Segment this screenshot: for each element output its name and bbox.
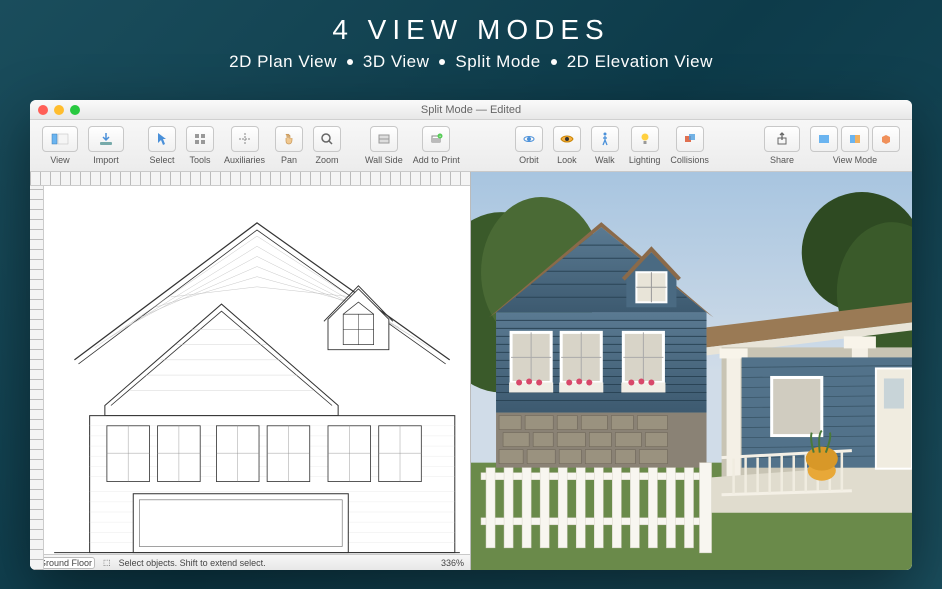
titlebar[interactable]: Split Mode — Edited xyxy=(30,100,912,120)
view-button[interactable] xyxy=(42,126,78,152)
mode-1: 3D View xyxy=(363,52,430,71)
import-group: Import xyxy=(88,126,124,165)
window-controls xyxy=(38,105,80,115)
look-group: Look xyxy=(553,126,581,165)
pan-label: Pan xyxy=(281,155,297,165)
promo-title: 4 VIEW MODES xyxy=(0,14,942,46)
addtoprint-label: Add to Print xyxy=(413,155,460,165)
lighting-group: Lighting xyxy=(629,126,661,165)
orbit-label: Orbit xyxy=(519,155,539,165)
walk-group: Walk xyxy=(591,126,619,165)
separator-dot xyxy=(551,59,557,65)
orbit-group: Orbit xyxy=(515,126,543,165)
close-button[interactable] xyxy=(38,105,48,115)
wallside-label: Wall Side xyxy=(365,155,403,165)
walk-button[interactable] xyxy=(591,126,619,152)
separator-dot xyxy=(347,59,353,65)
tools-group: Tools xyxy=(186,126,214,165)
workspace: Ground Floor ⬚ Select objects. Shift to … xyxy=(30,172,912,570)
app-window: Split Mode — Edited View Import Select xyxy=(30,100,912,570)
pan-group: Pan xyxy=(275,126,303,165)
collisions-button[interactable] xyxy=(676,126,704,152)
auxiliaries-label: Auxiliaries xyxy=(224,155,265,165)
zoom-group: Zoom xyxy=(313,126,341,165)
promo-subtitle: 2D Plan View 3D View Split Mode 2D Elevatio… xyxy=(0,52,942,72)
statusbar: Ground Floor ⬚ Select objects. Shift to … xyxy=(30,554,470,570)
lighting-label: Lighting xyxy=(629,155,661,165)
select-label: Select xyxy=(149,155,174,165)
separator-dot xyxy=(439,59,445,65)
auxiliaries-button[interactable] xyxy=(231,126,259,152)
look-button[interactable] xyxy=(553,126,581,152)
pane-2d-elevation[interactable]: Ground Floor ⬚ Select objects. Shift to … xyxy=(30,172,471,570)
share-group: Share xyxy=(764,126,800,165)
collisions-group: Collisions xyxy=(670,126,709,165)
wallside-button[interactable] xyxy=(370,126,398,152)
viewmode-label: View Mode xyxy=(833,155,877,165)
lighting-button[interactable] xyxy=(631,126,659,152)
viewmode-group: View Mode xyxy=(810,126,900,165)
canvas-2d[interactable] xyxy=(44,186,470,554)
addtoprint-button[interactable]: + xyxy=(422,126,450,152)
zoom-button[interactable] xyxy=(313,126,341,152)
addtoprint-group: + Add to Print xyxy=(413,126,460,165)
auxiliaries-group: Auxiliaries xyxy=(224,126,265,165)
house-3d-render xyxy=(471,172,912,570)
collisions-label: Collisions xyxy=(670,155,709,165)
mode-0: 2D Plan View xyxy=(229,52,337,71)
tools-label: Tools xyxy=(189,155,210,165)
window-title: Split Mode — Edited xyxy=(30,104,912,116)
select-group: Select xyxy=(148,126,176,165)
ruler-horizontal[interactable] xyxy=(30,172,470,186)
minimize-button[interactable] xyxy=(54,105,64,115)
select-button[interactable] xyxy=(148,126,176,152)
wallside-group: Wall Side xyxy=(365,126,403,165)
tools-button[interactable] xyxy=(186,126,214,152)
zoom-label: Zoom xyxy=(316,155,339,165)
mode-3: 2D Elevation View xyxy=(567,52,713,71)
viewmode-2d-button[interactable] xyxy=(810,126,838,152)
promo-header: 4 VIEW MODES 2D Plan View 3D View Split Mo… xyxy=(0,0,942,82)
view-label: View xyxy=(50,155,69,165)
import-button[interactable] xyxy=(88,126,124,152)
zoom-level[interactable]: 336% xyxy=(441,558,464,568)
viewmode-split-button[interactable] xyxy=(841,126,869,152)
floor-selector[interactable]: Ground Floor xyxy=(36,557,95,569)
mode-2: Split Mode xyxy=(455,52,540,71)
look-label: Look xyxy=(557,155,577,165)
maximize-button[interactable] xyxy=(70,105,80,115)
share-button[interactable] xyxy=(764,126,800,152)
orbit-button[interactable] xyxy=(515,126,543,152)
pane-3d-view[interactable] xyxy=(471,172,912,570)
walk-label: Walk xyxy=(595,155,615,165)
share-label: Share xyxy=(770,155,794,165)
ruler-vertical[interactable] xyxy=(30,186,44,570)
toolbar: View Import Select Tools Auxiliari xyxy=(30,120,912,172)
import-label: Import xyxy=(93,155,119,165)
house-elevation-drawing xyxy=(44,186,470,554)
view-group: View xyxy=(42,126,78,165)
pan-button[interactable] xyxy=(275,126,303,152)
status-hint: Select objects. Shift to extend select. xyxy=(119,558,266,568)
viewmode-3d-button[interactable] xyxy=(872,126,900,152)
